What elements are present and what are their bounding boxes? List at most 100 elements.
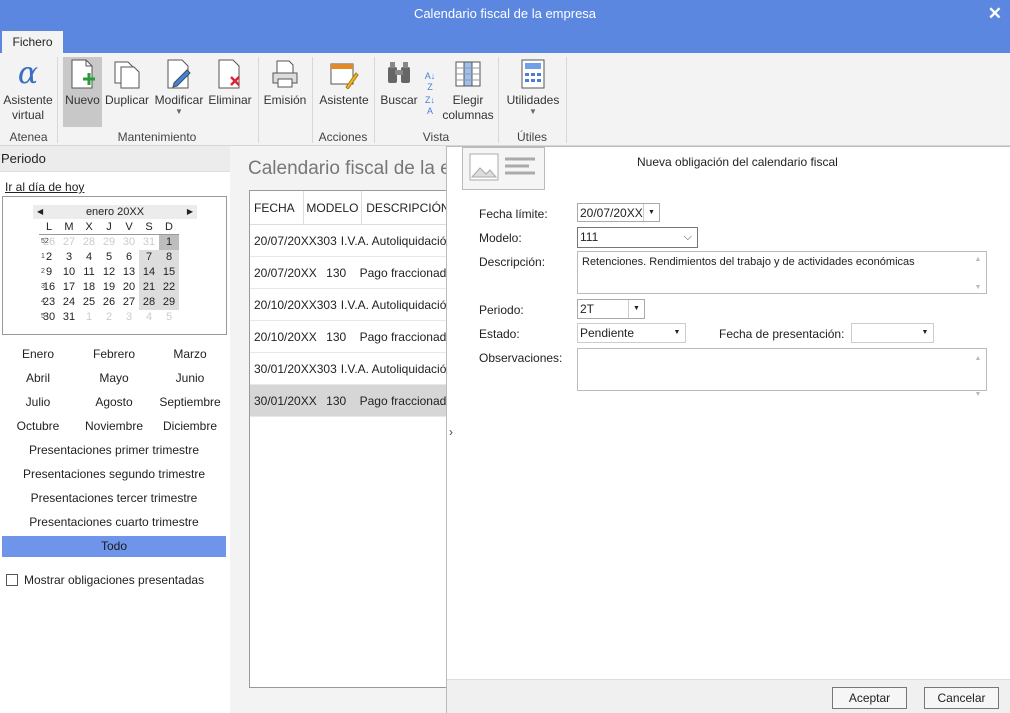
- calendar-day[interactable]: 28: [139, 295, 159, 310]
- modificar-button[interactable]: Modificar ▼: [152, 57, 206, 123]
- cell-fecha: 20/10/20XX: [254, 298, 317, 312]
- calendar-day[interactable]: 19: [99, 280, 119, 295]
- calendar-day[interactable]: 14: [139, 265, 159, 280]
- calendar-day[interactable]: 31: [139, 235, 159, 250]
- close-icon[interactable]: ✕: [988, 0, 1002, 28]
- presentaciones-item[interactable]: Presentaciones cuarto trimestre: [0, 514, 228, 538]
- calendar-day[interactable]: 11: [79, 265, 99, 280]
- calendar-day[interactable]: 5: [99, 250, 119, 265]
- checkbox-icon[interactable]: [6, 574, 18, 586]
- cancelar-button[interactable]: Cancelar: [924, 687, 999, 709]
- calendar-day[interactable]: 3: [119, 310, 139, 325]
- table-row[interactable]: 20/10/20XX 303 I.V.A. Autoliquidación: [250, 289, 453, 321]
- estado-select[interactable]: Pendiente ▼: [577, 323, 686, 343]
- calendar-day[interactable]: 25: [79, 295, 99, 310]
- chevron-down-icon[interactable]: ⌵: [684, 228, 692, 246]
- column-descripcion[interactable]: DESCRIPCIÓN: [362, 191, 453, 224]
- scrollbar[interactable]: ▲ ▼: [971, 253, 985, 292]
- column-fecha[interactable]: FECHA: [250, 191, 304, 224]
- table-row[interactable]: 20/07/20XX 130 Pago fraccionado: [250, 257, 453, 289]
- column-modelo[interactable]: MODELO: [304, 191, 363, 224]
- calendar-day[interactable]: 4: [139, 310, 159, 325]
- ir-hoy-link[interactable]: Ir al día de hoy: [5, 180, 84, 194]
- calendar-day[interactable]: 7: [139, 250, 159, 265]
- eliminar-button[interactable]: Eliminar: [207, 57, 253, 123]
- calendar-day[interactable]: 30: [119, 235, 139, 250]
- month-item[interactable]: Febrero: [76, 346, 152, 370]
- fecha-presentacion-field[interactable]: ▼: [851, 323, 934, 343]
- utilidades-button[interactable]: Utilidades ▼: [504, 57, 562, 123]
- calendar-day[interactable]: 15: [159, 265, 179, 280]
- chevron-down-icon[interactable]: ▼: [628, 300, 644, 318]
- month-item[interactable]: Julio: [0, 394, 76, 418]
- descripcion-textarea[interactable]: Retenciones. Rendimientos del trabajo y …: [577, 251, 987, 294]
- month-item[interactable]: Abril: [0, 370, 76, 394]
- asistente-virtual-button[interactable]: α Asistente virtual: [2, 57, 54, 123]
- month-item[interactable]: Diciembre: [152, 418, 228, 442]
- calendar-day[interactable]: 8: [159, 250, 179, 265]
- ribbon: α Asistente virtual Nuevo Duplicar Modif…: [0, 53, 1010, 146]
- calendar-day[interactable]: 18: [79, 280, 99, 295]
- calendar-day[interactable]: 17: [59, 280, 79, 295]
- calendar-day[interactable]: 4: [79, 250, 99, 265]
- month-item[interactable]: Agosto: [76, 394, 152, 418]
- calendar-day[interactable]: 3: [59, 250, 79, 265]
- calendar-day[interactable]: 26: [99, 295, 119, 310]
- sort-button[interactable]: A↓ Z Z↓ A: [420, 57, 440, 123]
- periodo-select[interactable]: 2T ▼: [577, 299, 645, 319]
- scrollbar[interactable]: ▲ ▼: [971, 350, 985, 398]
- cell-desc: I.V.A. Autoliquidación: [340, 362, 454, 376]
- calendar-day[interactable]: 1: [159, 235, 179, 250]
- calendar-day[interactable]: 13: [119, 265, 139, 280]
- mostrar-presentadas-checkbox[interactable]: Mostrar obligaciones presentadas: [6, 573, 204, 587]
- calendar-day[interactable]: 20: [119, 280, 139, 295]
- calendar-day[interactable]: 12: [99, 265, 119, 280]
- presentaciones-item[interactable]: Presentaciones primer trimestre: [0, 442, 228, 466]
- calendar-day[interactable]: 10: [59, 265, 79, 280]
- table-row[interactable]: 20/10/20XX 130 Pago fraccionado: [250, 321, 453, 353]
- fecha-limite-field[interactable]: 20/07/20XX ▼: [577, 203, 660, 222]
- nuevo-button[interactable]: Nuevo: [63, 57, 102, 127]
- next-month-icon[interactable]: ▶: [187, 205, 193, 219]
- month-item[interactable]: Junio: [152, 370, 228, 394]
- table-row[interactable]: 20/07/20XX 303 I.V.A. Autoliquidación: [250, 225, 453, 257]
- calendar-day[interactable]: 21: [139, 280, 159, 295]
- elegir-columnas-button[interactable]: Elegir columnas: [442, 57, 494, 123]
- calendar-day[interactable]: 22: [159, 280, 179, 295]
- emision-button[interactable]: Emisión: [262, 57, 308, 123]
- calendar-day[interactable]: 1: [79, 310, 99, 325]
- month-item[interactable]: Noviembre: [76, 418, 152, 442]
- duplicar-button[interactable]: Duplicar: [104, 57, 150, 123]
- calendar-day[interactable]: 29: [159, 295, 179, 310]
- table-row[interactable]: 30/01/20XX 303 I.V.A. Autoliquidación: [250, 353, 453, 385]
- calendar-day[interactable]: 29: [99, 235, 119, 250]
- expand-arrow-icon[interactable]: ›: [449, 425, 453, 439]
- calendar-day[interactable]: 31: [59, 310, 79, 325]
- cell-modelo: 130: [326, 394, 347, 408]
- calendar-day[interactable]: 2: [99, 310, 119, 325]
- presentaciones-item[interactable]: Presentaciones tercer trimestre: [0, 490, 228, 514]
- asistente-button[interactable]: Asistente: [316, 57, 372, 123]
- calendar-day[interactable]: 24: [59, 295, 79, 310]
- tab-fichero[interactable]: Fichero: [2, 31, 63, 53]
- chevron-down-icon[interactable]: ▼: [917, 324, 933, 342]
- month-item[interactable]: Marzo: [152, 346, 228, 370]
- month-item[interactable]: Octubre: [0, 418, 76, 442]
- calendar-day[interactable]: 28: [79, 235, 99, 250]
- table-row[interactable]: 30/01/20XX 130 Pago fraccionado: [250, 385, 453, 417]
- month-item[interactable]: Mayo: [76, 370, 152, 394]
- observaciones-textarea[interactable]: ▲ ▼: [577, 348, 987, 398]
- month-item[interactable]: Enero: [0, 346, 76, 370]
- chevron-down-icon[interactable]: ▼: [643, 204, 659, 221]
- month-item[interactable]: Septiembre: [152, 394, 228, 418]
- presentaciones-item[interactable]: Presentaciones segundo trimestre: [0, 466, 228, 490]
- calendar-day[interactable]: 6: [119, 250, 139, 265]
- calendar-day[interactable]: 27: [119, 295, 139, 310]
- chevron-down-icon[interactable]: ▼: [669, 324, 685, 342]
- calendar-day[interactable]: 27: [59, 235, 79, 250]
- modelo-select[interactable]: 111 ⌵: [577, 227, 698, 248]
- buscar-button[interactable]: Buscar: [380, 57, 418, 123]
- todo-item[interactable]: Todo: [2, 536, 226, 557]
- aceptar-button[interactable]: Aceptar: [832, 687, 907, 709]
- calendar-day[interactable]: 5: [159, 310, 179, 325]
